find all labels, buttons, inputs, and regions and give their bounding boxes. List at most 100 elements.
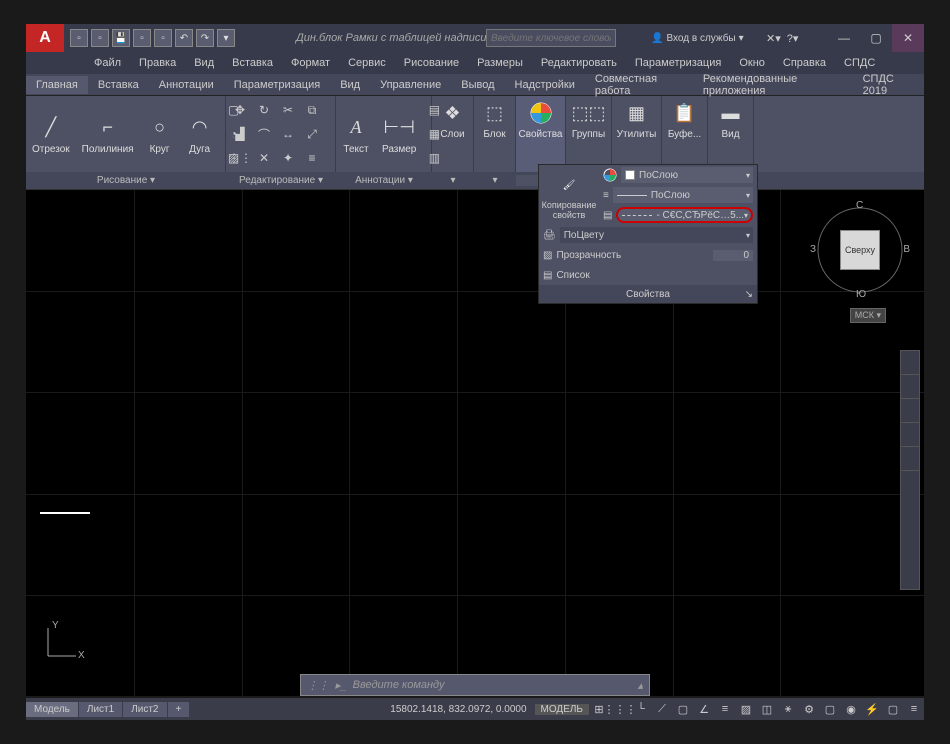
nav-pan[interactable] bbox=[901, 375, 919, 399]
osnap-toggle[interactable]: ▢ bbox=[673, 699, 693, 719]
rotate-button[interactable]: ↻ bbox=[254, 100, 274, 120]
menu-file[interactable]: Файл bbox=[86, 55, 129, 71]
move-button[interactable]: ✥ bbox=[230, 100, 250, 120]
lineweight-toggle[interactable]: ≡ bbox=[715, 699, 735, 719]
stretch-button[interactable]: ↔ bbox=[278, 124, 298, 144]
linetype-dropdown[interactable]: - С€С‚СЂРёС…5... bbox=[616, 207, 753, 223]
polyline-button[interactable]: ⌐Полилиния bbox=[76, 96, 140, 172]
tab-parametric[interactable]: Параметризация bbox=[224, 76, 330, 94]
search-input[interactable] bbox=[486, 29, 616, 47]
menu-dimensions[interactable]: Размеры bbox=[469, 55, 531, 71]
menu-view[interactable]: Вид bbox=[186, 55, 222, 71]
list-button[interactable]: Список bbox=[556, 270, 589, 281]
add-sheet-button[interactable]: + bbox=[168, 702, 190, 717]
mirror-button[interactable]: ▟ bbox=[230, 124, 250, 144]
clipboard-button[interactable]: 📋Буфе... bbox=[662, 96, 707, 143]
nav-wheel[interactable] bbox=[901, 351, 919, 375]
compass-w[interactable]: З bbox=[810, 244, 816, 255]
workspace-toggle[interactable]: ⚙ bbox=[799, 699, 819, 719]
menu-insert[interactable]: Вставка bbox=[224, 55, 281, 71]
nav-orbit[interactable] bbox=[901, 423, 919, 447]
match-properties-button[interactable]: 🖌 Копирование свойств bbox=[539, 165, 599, 225]
tab-insert[interactable]: Вставка bbox=[88, 76, 149, 94]
annotation-toggle[interactable]: ⚹ bbox=[778, 699, 798, 719]
trim-button[interactable]: ✂ bbox=[278, 100, 298, 120]
wcs-label[interactable]: МСК ▾ bbox=[850, 308, 886, 323]
qat-undo[interactable]: ↶ bbox=[175, 29, 193, 47]
block-panel-title[interactable]: ▾ bbox=[474, 175, 516, 186]
tab-home[interactable]: Главная bbox=[26, 76, 88, 94]
snap-toggle[interactable]: ⋮⋮⋮ bbox=[610, 699, 630, 719]
annotate-panel-title[interactable]: Аннотации ▾ bbox=[336, 175, 432, 186]
tab-output[interactable]: Вывод bbox=[451, 76, 504, 94]
nav-zoom[interactable] bbox=[901, 399, 919, 423]
properties-footer[interactable]: Свойства↘ bbox=[539, 285, 757, 303]
groups-button[interactable]: ⬚⬚Группы bbox=[566, 96, 611, 143]
nav-showmotion[interactable] bbox=[901, 447, 919, 471]
tab-featured[interactable]: Рекомендованные приложения bbox=[693, 70, 853, 100]
menu-draw[interactable]: Рисование bbox=[396, 55, 467, 71]
maximize-button[interactable]: ▢ bbox=[860, 24, 892, 52]
lineweight-dropdown[interactable]: ПоСлою bbox=[613, 187, 753, 203]
transparency-value[interactable]: 0 bbox=[713, 250, 753, 261]
view-button[interactable]: ▬Вид bbox=[708, 96, 753, 143]
menu-format[interactable]: Формат bbox=[283, 55, 338, 71]
utilities-button[interactable]: ▦Утилиты bbox=[612, 96, 661, 143]
menu-edit[interactable]: Правка bbox=[131, 55, 184, 71]
edit-panel-title[interactable]: Редактирование ▾ bbox=[226, 175, 336, 186]
custom-toggle[interactable]: ≡ bbox=[904, 699, 924, 719]
color-dropdown[interactable]: ПоСлою bbox=[621, 167, 753, 183]
model-space-label[interactable]: МОДЕЛЬ bbox=[535, 704, 589, 715]
tab-view[interactable]: Вид bbox=[330, 76, 370, 94]
cycling-toggle[interactable]: ◫ bbox=[757, 699, 777, 719]
scale-button[interactable]: ⤢ bbox=[302, 124, 322, 144]
sheet1-tab[interactable]: Лист1 bbox=[79, 702, 122, 717]
tab-annotate[interactable]: Аннотации bbox=[149, 76, 224, 94]
help-icon[interactable]: ?▾ bbox=[787, 32, 799, 45]
monitor-toggle[interactable]: ▢ bbox=[820, 699, 840, 719]
layers-button[interactable]: ❖Слои bbox=[432, 96, 473, 143]
qat-plot[interactable]: ▫ bbox=[154, 29, 172, 47]
layers-panel-title[interactable]: ▾ bbox=[432, 175, 474, 186]
ucs-icon[interactable]: Y X bbox=[40, 624, 80, 664]
compass-n[interactable]: С bbox=[856, 200, 863, 211]
hardware-toggle[interactable]: ⚡ bbox=[862, 699, 882, 719]
ortho-toggle[interactable]: └ bbox=[631, 699, 651, 719]
minimize-button[interactable]: — bbox=[828, 24, 860, 52]
text-button[interactable]: AТекст bbox=[336, 96, 376, 172]
isolate-toggle[interactable]: ◉ bbox=[841, 699, 861, 719]
plotstyle-dropdown[interactable]: ПоЦвету bbox=[560, 227, 753, 243]
drawn-line[interactable] bbox=[40, 512, 90, 514]
exchange-icon[interactable]: ✕▾ bbox=[766, 32, 781, 45]
properties-button[interactable]: Свойства bbox=[516, 96, 565, 143]
sheet2-tab[interactable]: Лист2 bbox=[123, 702, 166, 717]
tab-spds[interactable]: СПДС 2019 bbox=[853, 70, 924, 100]
dimension-button[interactable]: ⊢⊣Размер bbox=[376, 96, 422, 172]
close-button[interactable]: ✕ bbox=[892, 24, 924, 52]
erase-button[interactable]: ✕ bbox=[254, 148, 274, 168]
otrack-toggle[interactable]: ∠ bbox=[694, 699, 714, 719]
command-dropdown-icon[interactable]: ▴ bbox=[637, 679, 643, 692]
clean-toggle[interactable]: ▢ bbox=[883, 699, 903, 719]
line-button[interactable]: ╱Отрезок bbox=[26, 96, 76, 172]
polar-toggle[interactable]: ⟋ bbox=[652, 699, 672, 719]
tab-collaborate[interactable]: Совместная работа bbox=[585, 70, 693, 100]
qat-new[interactable]: ▫ bbox=[70, 29, 88, 47]
qat-more[interactable]: ▾ bbox=[217, 29, 235, 47]
compass-e[interactable]: В bbox=[903, 244, 910, 255]
drawing-canvas[interactable] bbox=[26, 190, 924, 696]
block-button[interactable]: ⬚Блок bbox=[474, 96, 515, 143]
transparency-toggle[interactable]: ▨ bbox=[736, 699, 756, 719]
signin-menu[interactable]: 👤 Вход в службы ▾ bbox=[651, 33, 744, 44]
arc-button[interactable]: ◠Дуга bbox=[180, 96, 220, 172]
qat-open[interactable]: ▫ bbox=[91, 29, 109, 47]
command-line[interactable]: ⋮⋮ ▸_ Введите команду ▴ bbox=[300, 674, 650, 696]
command-handle-icon[interactable]: ⋮⋮ bbox=[307, 679, 329, 692]
qat-save[interactable]: 💾 bbox=[112, 29, 130, 47]
array-button[interactable]: ⋮⋮ bbox=[230, 148, 250, 168]
qat-saveas[interactable]: ▫ bbox=[133, 29, 151, 47]
fillet-button[interactable]: ⌒ bbox=[254, 124, 274, 144]
menu-tools[interactable]: Сервис bbox=[340, 55, 394, 71]
app-logo[interactable]: A bbox=[26, 24, 64, 52]
tab-manage[interactable]: Управление bbox=[370, 76, 451, 94]
